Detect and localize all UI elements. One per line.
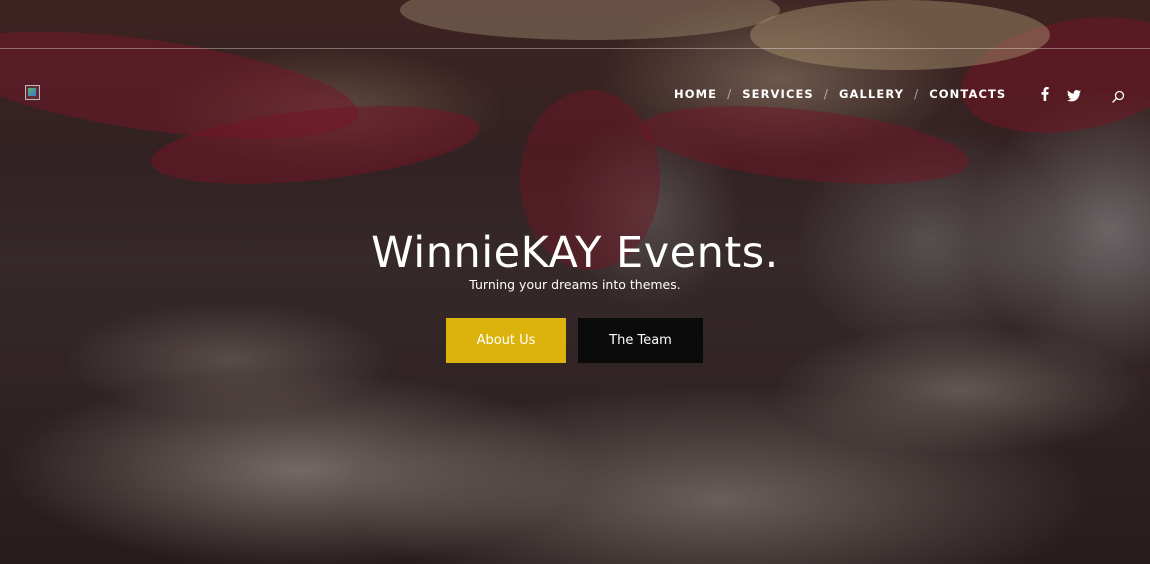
facebook-icon[interactable] xyxy=(1041,86,1049,105)
nav-separator: / xyxy=(914,87,920,101)
background-drape xyxy=(0,11,365,159)
nav-contacts[interactable]: CONTACTS xyxy=(929,87,1006,101)
background-drape xyxy=(952,0,1150,150)
main-nav: HOME / SERVICES / GALLERY / CONTACTS xyxy=(674,87,1006,101)
site-logo[interactable] xyxy=(25,85,40,100)
about-us-button[interactable]: About Us xyxy=(446,318,566,363)
top-divider xyxy=(0,48,1150,49)
nav-gallery[interactable]: GALLERY xyxy=(839,87,904,101)
the-team-button[interactable]: The Team xyxy=(578,318,703,363)
hero-subtitle: Turning your dreams into themes. xyxy=(469,277,681,292)
nav-home[interactable]: HOME xyxy=(674,87,717,101)
twitter-icon[interactable] xyxy=(1067,87,1081,106)
nav-separator: / xyxy=(727,87,733,101)
background-drape xyxy=(400,0,780,40)
background-drape xyxy=(147,92,483,198)
background-drape xyxy=(750,0,1050,70)
nav-services[interactable]: SERVICES xyxy=(742,87,814,101)
nav-separator: / xyxy=(823,87,829,101)
hero-title: WinnieKAY Events. xyxy=(371,228,779,278)
background-drape xyxy=(637,92,973,198)
search-icon[interactable] xyxy=(1112,88,1125,103)
hero-banner: HOME / SERVICES / GALLERY / CONTACTS Win… xyxy=(0,0,1150,564)
